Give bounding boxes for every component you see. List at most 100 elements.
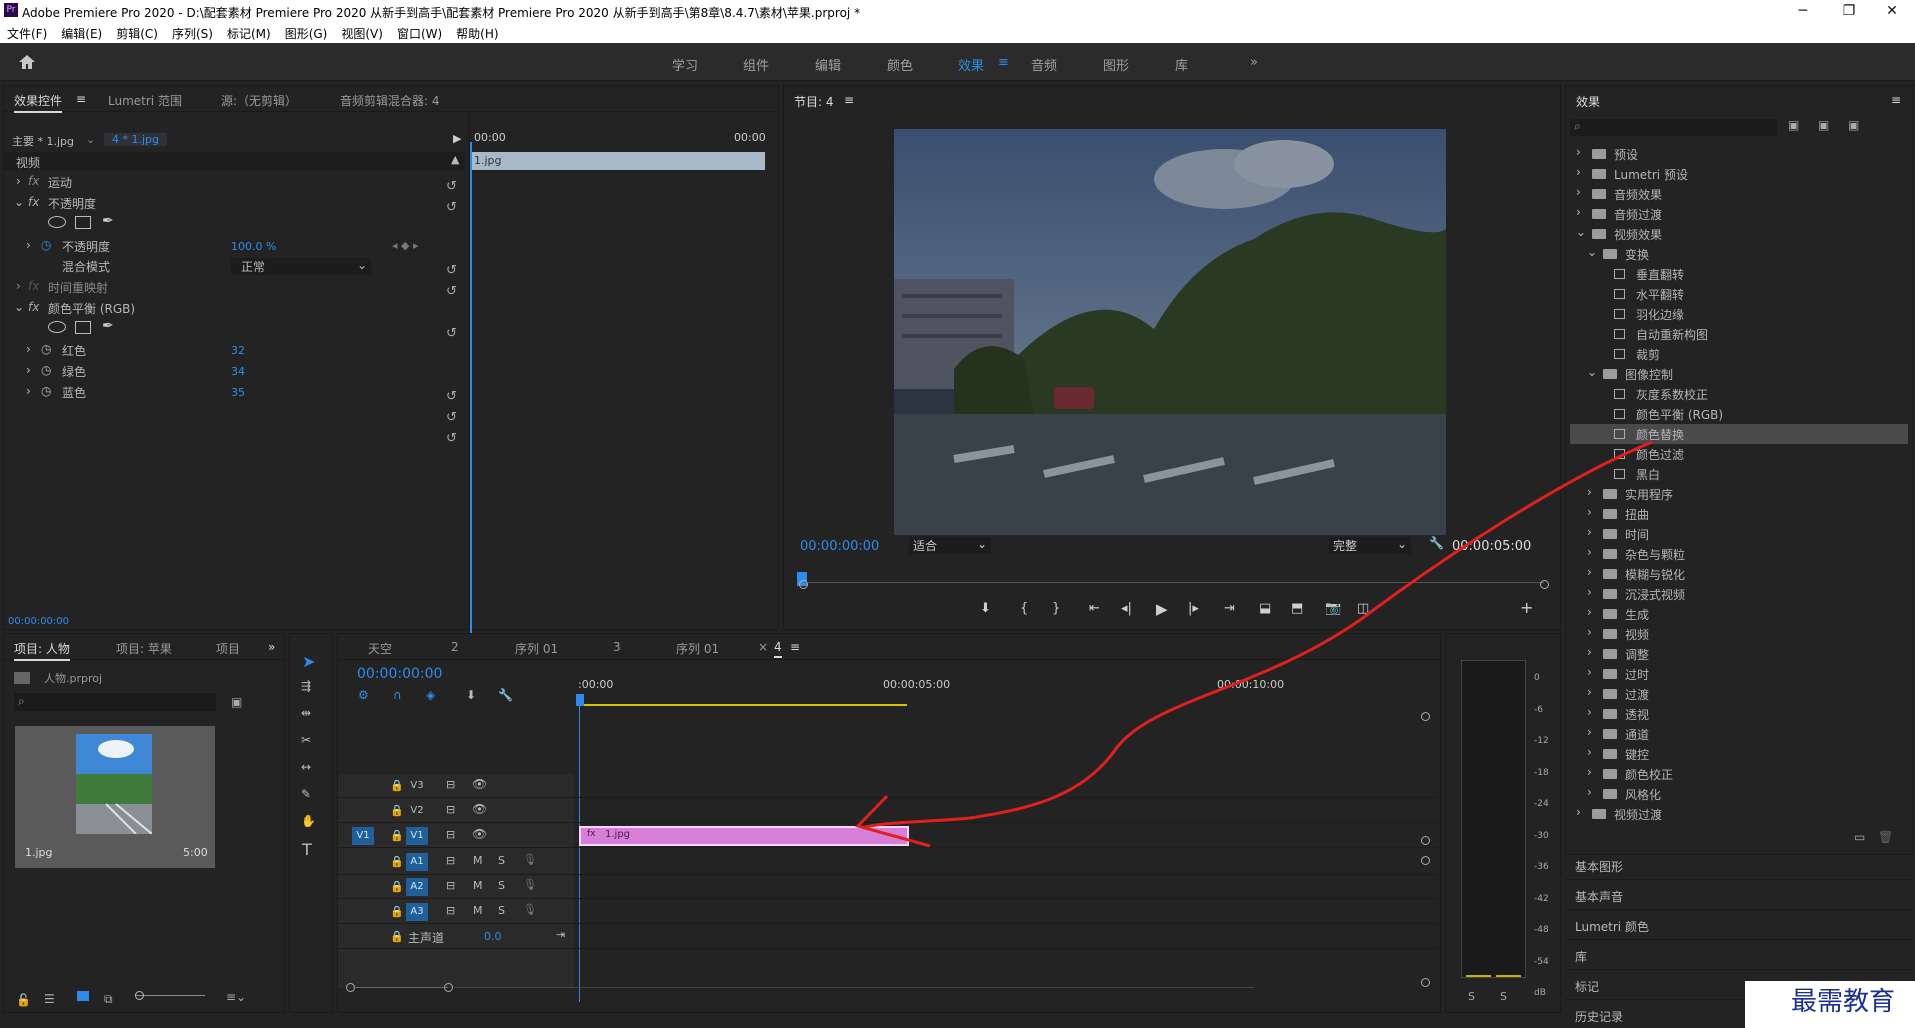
reset-icons[interactable]: ↺ ↺ ↺ ↺ ↺ ↺ ↺ ↺	[446, 176, 457, 449]
zoom-slider-handle[interactable]	[135, 991, 144, 1000]
tab-project-people[interactable]: 项目: 人物	[14, 640, 70, 661]
solo-button[interactable]: S	[498, 854, 505, 867]
linked-selection-icon[interactable]: ◈	[426, 688, 435, 702]
zoom-handle-left[interactable]	[799, 580, 808, 589]
effects-tree-item[interactable]: › 沉浸式视频	[1570, 584, 1908, 604]
green-value[interactable]: 34	[231, 365, 245, 378]
project-search-input[interactable]: ⌕	[14, 693, 216, 711]
close-button[interactable]: ✕	[1869, 0, 1915, 22]
panel-essential-graphics[interactable]: 基本图形	[1575, 858, 1623, 875]
track-label-a1[interactable]: A1	[406, 853, 428, 871]
tab-project[interactable]: 项目	[216, 640, 240, 657]
comparison-view-icon[interactable]: ◫	[1357, 601, 1369, 616]
slip-tool-icon[interactable]: ↔	[301, 760, 311, 774]
tab-sky[interactable]: 天空	[368, 640, 392, 657]
trash-icon[interactable]: 🗑	[1878, 830, 1893, 844]
mark-in-icon[interactable]: {	[1020, 601, 1028, 616]
track-label-a3[interactable]: A3	[406, 903, 428, 921]
workspace-learn[interactable]: 学习	[672, 55, 698, 74]
mute-button[interactable]: M	[473, 854, 483, 867]
menu-sequence[interactable]: 序列(S)	[165, 22, 220, 42]
sort-icon[interactable]: ≡⌄	[226, 990, 246, 1004]
effects-tree-item[interactable]: › 键控	[1570, 744, 1908, 764]
microphone-icon[interactable]: 🎙	[523, 903, 537, 916]
track-select-tool-icon[interactable]: ⇶	[301, 679, 311, 693]
effects-tree-item[interactable]: 裁剪	[1570, 344, 1908, 364]
effects-tree-item[interactable]: 灰度系数校正	[1570, 384, 1908, 404]
effects-tree-item[interactable]: › 视频	[1570, 624, 1908, 644]
sequence-clip-label[interactable]: 4 * 1.jpg	[104, 133, 168, 146]
workspace-color[interactable]: 颜色	[887, 55, 913, 74]
scroll-up-icon[interactable]: ▲	[451, 153, 459, 166]
blend-mode-select[interactable]: 正常 ⌄	[231, 258, 371, 275]
workspace-menu-icon[interactable]: ≡	[998, 55, 1009, 70]
ec-playhead[interactable]	[470, 142, 472, 682]
red-value[interactable]: 32	[231, 344, 245, 357]
add-marker-icon[interactable]: ⬇	[980, 601, 991, 616]
razor-tool-icon[interactable]: ✂	[301, 733, 311, 747]
chevron-right-icon[interactable]: ›	[1587, 725, 1592, 739]
program-time-ruler[interactable]	[804, 582, 1544, 583]
program-title[interactable]: 节目: 4	[794, 93, 834, 110]
tab-more[interactable]: »	[268, 640, 275, 654]
hand-tool-icon[interactable]: ✋	[301, 814, 316, 828]
accelerated-effects-icon[interactable]: ▣	[1788, 118, 1799, 132]
wrench-icon[interactable]: 🔧	[1429, 536, 1444, 550]
timeline-playhead-head[interactable]	[576, 694, 584, 706]
ellipse-mask-icon[interactable]	[48, 321, 66, 333]
sync-lock-icon[interactable]: ⊟	[446, 854, 455, 867]
32bit-effects-icon[interactable]: ▣	[1818, 118, 1829, 132]
chevron-right-icon[interactable]: ›	[1587, 705, 1592, 719]
chevron-right-icon[interactable]: ›	[1587, 585, 1592, 599]
zoom-handle-right[interactable]	[1540, 580, 1549, 589]
go-to-out-icon[interactable]: ⇥	[1224, 601, 1235, 616]
new-bin-icon[interactable]: ▭	[1854, 830, 1865, 844]
timeline-menu-icon[interactable]: ≡	[790, 640, 800, 654]
effects-tree-item[interactable]: 颜色平衡 (RGB)	[1570, 404, 1908, 424]
effects-tree-item[interactable]: › Lumetri 预设	[1570, 164, 1908, 184]
mute-button[interactable]: M	[473, 904, 483, 917]
master-volume[interactable]: 0.0	[484, 930, 502, 943]
tab-3[interactable]: 3	[613, 640, 621, 654]
solo-button[interactable]: S	[498, 879, 505, 892]
tab-sequence-01b[interactable]: 序列 01	[676, 640, 719, 657]
eye-icon[interactable]: 👁	[472, 777, 487, 791]
effects-tree-item[interactable]: › 音频过渡	[1570, 204, 1908, 224]
chevron-down-icon[interactable]: ⌄	[1587, 245, 1597, 259]
chevron-right-icon[interactable]: ›	[1587, 765, 1592, 779]
effects-menu-icon[interactable]: ≡	[1891, 93, 1901, 107]
ec-timecode[interactable]: 00:00:00:00	[8, 616, 69, 627]
tab-project-apple[interactable]: 项目: 苹果	[116, 640, 172, 657]
effects-tree-item[interactable]: › 实用程序	[1570, 484, 1908, 504]
play-icon[interactable]: ▶	[1156, 600, 1168, 618]
ec-clip-bar[interactable]: 1.jpg	[470, 152, 765, 170]
program-timecode[interactable]: 00:00:00:00	[800, 539, 879, 554]
tab-sequence-01a[interactable]: 序列 01	[515, 640, 558, 657]
type-tool-icon[interactable]: T	[302, 840, 312, 859]
eye-icon[interactable]: 👁	[472, 802, 487, 816]
pen-mask-icon[interactable]: ✒	[102, 318, 114, 334]
timeline-hscroll[interactable]	[454, 987, 1254, 988]
effects-tree-item[interactable]: 垂直翻转	[1570, 264, 1908, 284]
track-label-v1[interactable]: V1	[406, 827, 428, 845]
chevron-down-icon[interactable]: ⌄	[1587, 365, 1597, 379]
timeline-timecode[interactable]: 00:00:00:00	[357, 666, 442, 682]
opacity-value[interactable]: 100.0 %	[231, 240, 276, 253]
effects-tree-item[interactable]: › 通道	[1570, 724, 1908, 744]
effects-tree-item[interactable]: › 透视	[1570, 704, 1908, 724]
chevron-right-icon[interactable]: ›	[1587, 545, 1592, 559]
eye-icon[interactable]: 👁	[472, 827, 487, 841]
chevron-right-icon[interactable]: ›	[1587, 785, 1592, 799]
workspace-audio[interactable]: 音频	[1031, 55, 1057, 74]
pen-tool-icon[interactable]: ✎	[301, 787, 311, 801]
chevron-right-icon[interactable]: ›	[1587, 485, 1592, 499]
program-menu-icon[interactable]: ≡	[844, 93, 854, 107]
workspace-effects[interactable]: 效果	[958, 55, 984, 74]
lock-icon[interactable]: 🔒	[390, 779, 404, 792]
lock-icon[interactable]: 🔓	[16, 993, 31, 1007]
lock-icon[interactable]: 🔒	[390, 905, 404, 918]
effects-tree-item[interactable]: › 音频效果	[1570, 184, 1908, 204]
lift-icon[interactable]: ⬓	[1259, 601, 1271, 616]
chevron-right-icon[interactable]: ›	[1587, 525, 1592, 539]
minimize-button[interactable]: ─	[1780, 0, 1826, 22]
